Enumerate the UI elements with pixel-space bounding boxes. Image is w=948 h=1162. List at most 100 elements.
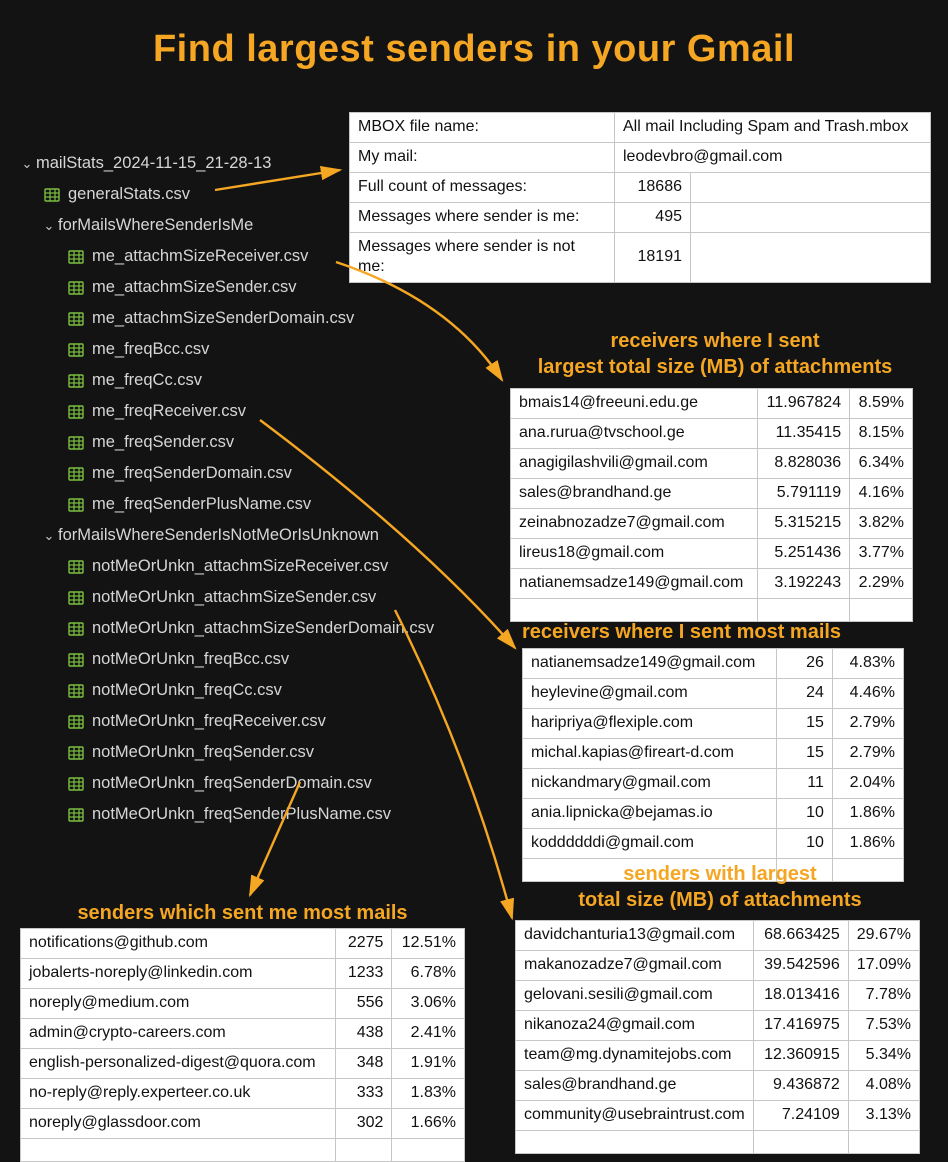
cell-pct: 6.78%: [392, 959, 465, 989]
chevron-down-icon: ⌄: [40, 210, 58, 241]
stat-label: MBOX file name:: [350, 113, 615, 143]
cell-value: 68.663425: [753, 921, 848, 951]
csv-icon: [68, 746, 84, 760]
tree-file-label: me_freqSender.csv: [92, 427, 234, 458]
cell-who: nikanoza24@gmail.com: [516, 1011, 754, 1041]
cell-pct: 6.34%: [850, 449, 913, 479]
cell-value: 5.315215: [757, 509, 849, 539]
csv-icon: [68, 498, 84, 512]
tree-file-csv[interactable]: me_freqSender.csv: [18, 427, 434, 458]
cell-pct: 3.13%: [848, 1101, 919, 1131]
cell-who: lireus18@gmail.com: [511, 539, 758, 569]
cell-pct: 3.06%: [392, 989, 465, 1019]
table-row: ania.lipnicka@bejamas.io101.86%: [523, 799, 904, 829]
table-row: Full count of messages:18686: [350, 173, 931, 203]
cell-who: no-reply@reply.experteer.co.uk: [21, 1079, 336, 1109]
cell-who: makanozadze7@gmail.com: [516, 951, 754, 981]
cell-value: 11.967824: [757, 389, 849, 419]
table-row: jobalerts-noreply@linkedin.com12336.78%: [21, 959, 465, 989]
csv-icon: [68, 374, 84, 388]
cell-value: 348: [336, 1049, 392, 1079]
stat-label: Messages where sender is not me:: [350, 233, 615, 283]
cell-pct: 1.66%: [392, 1109, 465, 1139]
tree-file-csv[interactable]: me_attachmSizeSenderDomain.csv: [18, 303, 434, 334]
table-row: heylevine@gmail.com244.46%: [523, 679, 904, 709]
cell-value: 1233: [336, 959, 392, 989]
cell-who: noreply@medium.com: [21, 989, 336, 1019]
cell-value: 5.791119: [757, 479, 849, 509]
cell-who: notifications@github.com: [21, 929, 336, 959]
cell-pct: 5.34%: [848, 1041, 919, 1071]
cell-who: community@usebraintrust.com: [516, 1101, 754, 1131]
tree-folder-not-me[interactable]: ⌄ forMailsWhereSenderIsNotMeOrIsUnknown: [18, 520, 434, 551]
cell-who: michal.kapias@fireart-d.com: [523, 739, 777, 769]
table-row: davidchanturia13@gmail.com68.66342529.67…: [516, 921, 920, 951]
cell-pct: 8.59%: [850, 389, 913, 419]
cell-pct: 1.86%: [832, 799, 903, 829]
cell-pct: 1.86%: [832, 829, 903, 859]
tree-file-csv[interactable]: me_freqBcc.csv: [18, 334, 434, 365]
table-row-truncated: [511, 599, 913, 622]
csv-icon: [68, 622, 84, 636]
tree-file-csv[interactable]: notMeOrUnkn_freqSenderDomain.csv: [18, 768, 434, 799]
csv-icon: [68, 560, 84, 574]
cell-value: 17.416975: [753, 1011, 848, 1041]
csv-icon: [68, 467, 84, 481]
cell-who: sales@brandhand.ge: [511, 479, 758, 509]
table-row: no-reply@reply.experteer.co.uk3331.83%: [21, 1079, 465, 1109]
cell-value: 7.24109: [753, 1101, 848, 1131]
senders-att-size-table: davidchanturia13@gmail.com68.66342529.67…: [515, 920, 920, 1154]
tree-folder-label: forMailsWhereSenderIsMe: [58, 210, 253, 241]
cell-who: english-personalized-digest@quora.com: [21, 1049, 336, 1079]
stat-value: leodevbro@gmail.com: [615, 143, 931, 173]
cell-who: zeinabnozadze7@gmail.com: [511, 509, 758, 539]
tree-folder-label: forMailsWhereSenderIsNotMeOrIsUnknown: [58, 520, 379, 551]
table-row: ana.rurua@tvschool.ge11.354158.15%: [511, 419, 913, 449]
tree-file-csv[interactable]: notMeOrUnkn_attachmSizeSender.csv: [18, 582, 434, 613]
csv-icon: [68, 281, 84, 295]
cell-pct: 7.53%: [848, 1011, 919, 1041]
table-row: MBOX file name:All mail Including Spam a…: [350, 113, 931, 143]
cell-pct: 7.78%: [848, 981, 919, 1011]
caption-senders-most-mails: senders which sent me most mails: [20, 900, 465, 926]
tree-file-csv[interactable]: notMeOrUnkn_freqBcc.csv: [18, 644, 434, 675]
cell-who: sales@brandhand.ge: [516, 1071, 754, 1101]
tree-file-label: notMeOrUnkn_freqSenderDomain.csv: [92, 768, 372, 799]
tree-file-csv[interactable]: notMeOrUnkn_freqSender.csv: [18, 737, 434, 768]
tree-file-csv[interactable]: me_freqSenderDomain.csv: [18, 458, 434, 489]
tree-file-csv[interactable]: notMeOrUnkn_attachmSizeSenderDomain.csv: [18, 613, 434, 644]
tree-file-csv[interactable]: notMeOrUnkn_freqCc.csv: [18, 675, 434, 706]
tree-file-csv[interactable]: notMeOrUnkn_freqSenderPlusName.csv: [18, 799, 434, 830]
table-row: noreply@glassdoor.com3021.66%: [21, 1109, 465, 1139]
table-row: nikanoza24@gmail.com17.4169757.53%: [516, 1011, 920, 1041]
cell-who: haripriya@flexiple.com: [523, 709, 777, 739]
cell-pct: 12.51%: [392, 929, 465, 959]
stat-label: Messages where sender is me:: [350, 203, 615, 233]
cell-who: davidchanturia13@gmail.com: [516, 921, 754, 951]
tree-file-csv[interactable]: me_freqSenderPlusName.csv: [18, 489, 434, 520]
cell-pct: 1.83%: [392, 1079, 465, 1109]
cell-pct: 2.29%: [850, 569, 913, 599]
table-row: michal.kapias@fireart-d.com152.79%: [523, 739, 904, 769]
table-row: admin@crypto-careers.com4382.41%: [21, 1019, 465, 1049]
tree-file-csv[interactable]: notMeOrUnkn_attachmSizeReceiver.csv: [18, 551, 434, 582]
table-row: gelovani.sesili@gmail.com18.0134167.78%: [516, 981, 920, 1011]
table-row: Messages where sender is me:495: [350, 203, 931, 233]
tree-file-label: me_attachmSizeSenderDomain.csv: [92, 303, 354, 334]
csv-icon: [68, 436, 84, 450]
table-row: haripriya@flexiple.com152.79%: [523, 709, 904, 739]
cell-pct: 2.79%: [832, 709, 903, 739]
tree-file-label: notMeOrUnkn_attachmSizeSender.csv: [92, 582, 376, 613]
tree-file-csv[interactable]: me_freqCc.csv: [18, 365, 434, 396]
tree-file-csv[interactable]: me_freqReceiver.csv: [18, 396, 434, 427]
csv-icon: [68, 808, 84, 822]
cell-value: 333: [336, 1079, 392, 1109]
table-row: english-personalized-digest@quora.com348…: [21, 1049, 465, 1079]
tree-file-csv[interactable]: notMeOrUnkn_freqReceiver.csv: [18, 706, 434, 737]
cell-who: natianemsadze149@gmail.com: [523, 649, 777, 679]
csv-icon: [68, 684, 84, 698]
tree-file-label: notMeOrUnkn_attachmSizeReceiver.csv: [92, 551, 388, 582]
cell-pct: 2.41%: [392, 1019, 465, 1049]
cell-pct: 4.16%: [850, 479, 913, 509]
tree-file-label: generalStats.csv: [68, 179, 190, 210]
